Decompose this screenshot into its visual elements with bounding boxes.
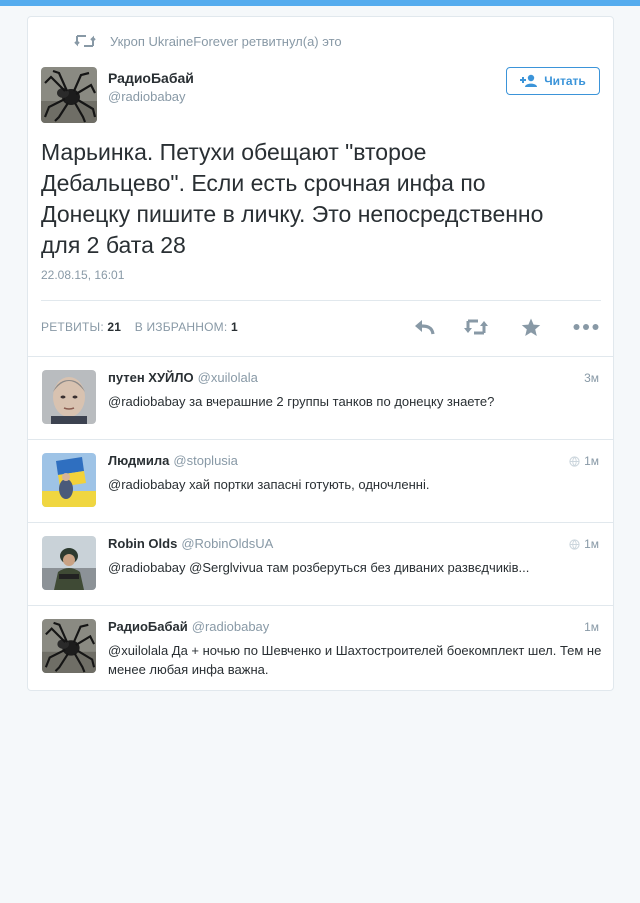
- follow-button[interactable]: Читать: [506, 67, 600, 95]
- reply-item[interactable]: Людмила @stoplusia 1м @radiobabay хай пор…: [28, 440, 613, 523]
- avatar[interactable]: [41, 67, 97, 123]
- reply-time[interactable]: 1м: [569, 454, 599, 468]
- reply-author-handle[interactable]: @stoplusia: [173, 453, 238, 468]
- retweet-context: Укроп UkraineForever ретвитнул(а) это: [74, 31, 342, 51]
- reply-time[interactable]: 1м: [584, 620, 599, 634]
- reply-author-name[interactable]: Robin Olds: [108, 536, 177, 551]
- tweet-timestamp[interactable]: 22.08.15, 16:01: [41, 268, 124, 282]
- reply-header: РадиоБабай @radiobabay: [108, 619, 269, 634]
- spider-avatar-image: [41, 67, 97, 123]
- favorite-button[interactable]: [518, 315, 544, 339]
- reply-header: Robin Olds @RobinOldsUA: [108, 536, 273, 551]
- retweet-context-text: Укроп UkraineForever ретвитнул(а) это: [110, 33, 342, 49]
- avatar[interactable]: [42, 370, 96, 424]
- tweet-actions: [411, 315, 601, 339]
- spider-avatar-image: [42, 619, 96, 673]
- retweets-label[interactable]: РЕТВИТЫ:: [41, 320, 104, 334]
- add-user-icon: [520, 74, 538, 87]
- author-name[interactable]: РадиоБабай: [108, 70, 194, 86]
- reply-time-text[interactable]: 1м: [584, 537, 599, 551]
- reply-author-handle[interactable]: @xuilolala: [198, 370, 258, 385]
- tweet-stats: РЕТВИТЫ: 21 В ИЗБРАННОМ: 1: [41, 320, 238, 334]
- more-icon: [573, 324, 599, 330]
- avatar[interactable]: [42, 619, 96, 673]
- reply-header: Людмила @stoplusia: [108, 453, 238, 468]
- tweet-text-line: для 2 бата 28: [41, 232, 186, 258]
- retweet-icon: [464, 319, 488, 335]
- reply-time[interactable]: 3м: [584, 371, 599, 385]
- reply-item[interactable]: Robin Olds @RobinOldsUA 1м @radiobabay @S…: [28, 523, 613, 606]
- reply-text: @radiobabay @Serglvivua там розберуться …: [108, 560, 530, 575]
- tweet-text-line: Донецку пишите в личку. Это непосредстве…: [41, 201, 544, 227]
- tweet-card: Укроп UkraineForever ретвитнул(а) это Ра…: [27, 16, 614, 691]
- reply-item[interactable]: РадиоБабай @radiobabay 1м @xuilolala Да +…: [28, 606, 613, 692]
- follow-button-label: Читать: [544, 74, 586, 88]
- globe-icon: [569, 455, 580, 467]
- favorite-icon: [521, 318, 541, 336]
- soldier-avatar-image: [42, 536, 96, 590]
- globe-icon: [569, 538, 580, 550]
- reply-author-name[interactable]: Людмила: [108, 453, 169, 468]
- divider: [41, 300, 601, 301]
- favorites-label[interactable]: В ИЗБРАННОМ:: [135, 320, 228, 334]
- avatar[interactable]: [42, 536, 96, 590]
- retweet-button[interactable]: [463, 315, 489, 339]
- reply-header: путен ХУЙЛО @xuilolala: [108, 370, 258, 385]
- reply-author-name[interactable]: путен ХУЙЛО: [108, 370, 194, 385]
- retweets-count[interactable]: 21: [107, 320, 121, 334]
- more-button[interactable]: [571, 315, 601, 339]
- reply-author-handle[interactable]: @RobinOldsUA: [181, 536, 273, 551]
- reply-time-text[interactable]: 1м: [584, 620, 599, 634]
- reply-text: @xuilolala Да + ночью по Шевченко и Шахт…: [108, 643, 602, 677]
- tweet-text-line: Дебальцево". Если есть срочная инфа по: [41, 170, 486, 196]
- reply-author-handle[interactable]: @radiobabay: [192, 619, 270, 634]
- flag-avatar-image: [42, 453, 96, 507]
- reply-button[interactable]: [411, 315, 437, 339]
- retweet-icon: [74, 35, 96, 47]
- reply-text: @radiobabay хай портки запасні готують, …: [108, 477, 430, 492]
- reply-time-text[interactable]: 1м: [584, 454, 599, 468]
- avatar[interactable]: [42, 453, 96, 507]
- top-bar: [0, 0, 640, 6]
- reply-time-text[interactable]: 3м: [584, 371, 599, 385]
- reply-text: @radiobabay за вчерашние 2 группы танков…: [108, 394, 495, 409]
- face-avatar-image: [42, 370, 96, 424]
- reply-author-name[interactable]: РадиоБабай: [108, 619, 188, 634]
- reply-item[interactable]: путен ХУЙЛО @xuilolala 3м @radiobabay за …: [28, 357, 613, 440]
- author-handle[interactable]: @radiobabay: [108, 89, 186, 104]
- tweet-text-line: Марьинка. Петухи обещают "второе: [41, 139, 427, 165]
- tweet-text: Марьинка. Петухи обещают "второе Дебальц…: [41, 137, 586, 261]
- reply-icon: [415, 320, 435, 335]
- favorites-count[interactable]: 1: [231, 320, 238, 334]
- reply-time[interactable]: 1м: [569, 537, 599, 551]
